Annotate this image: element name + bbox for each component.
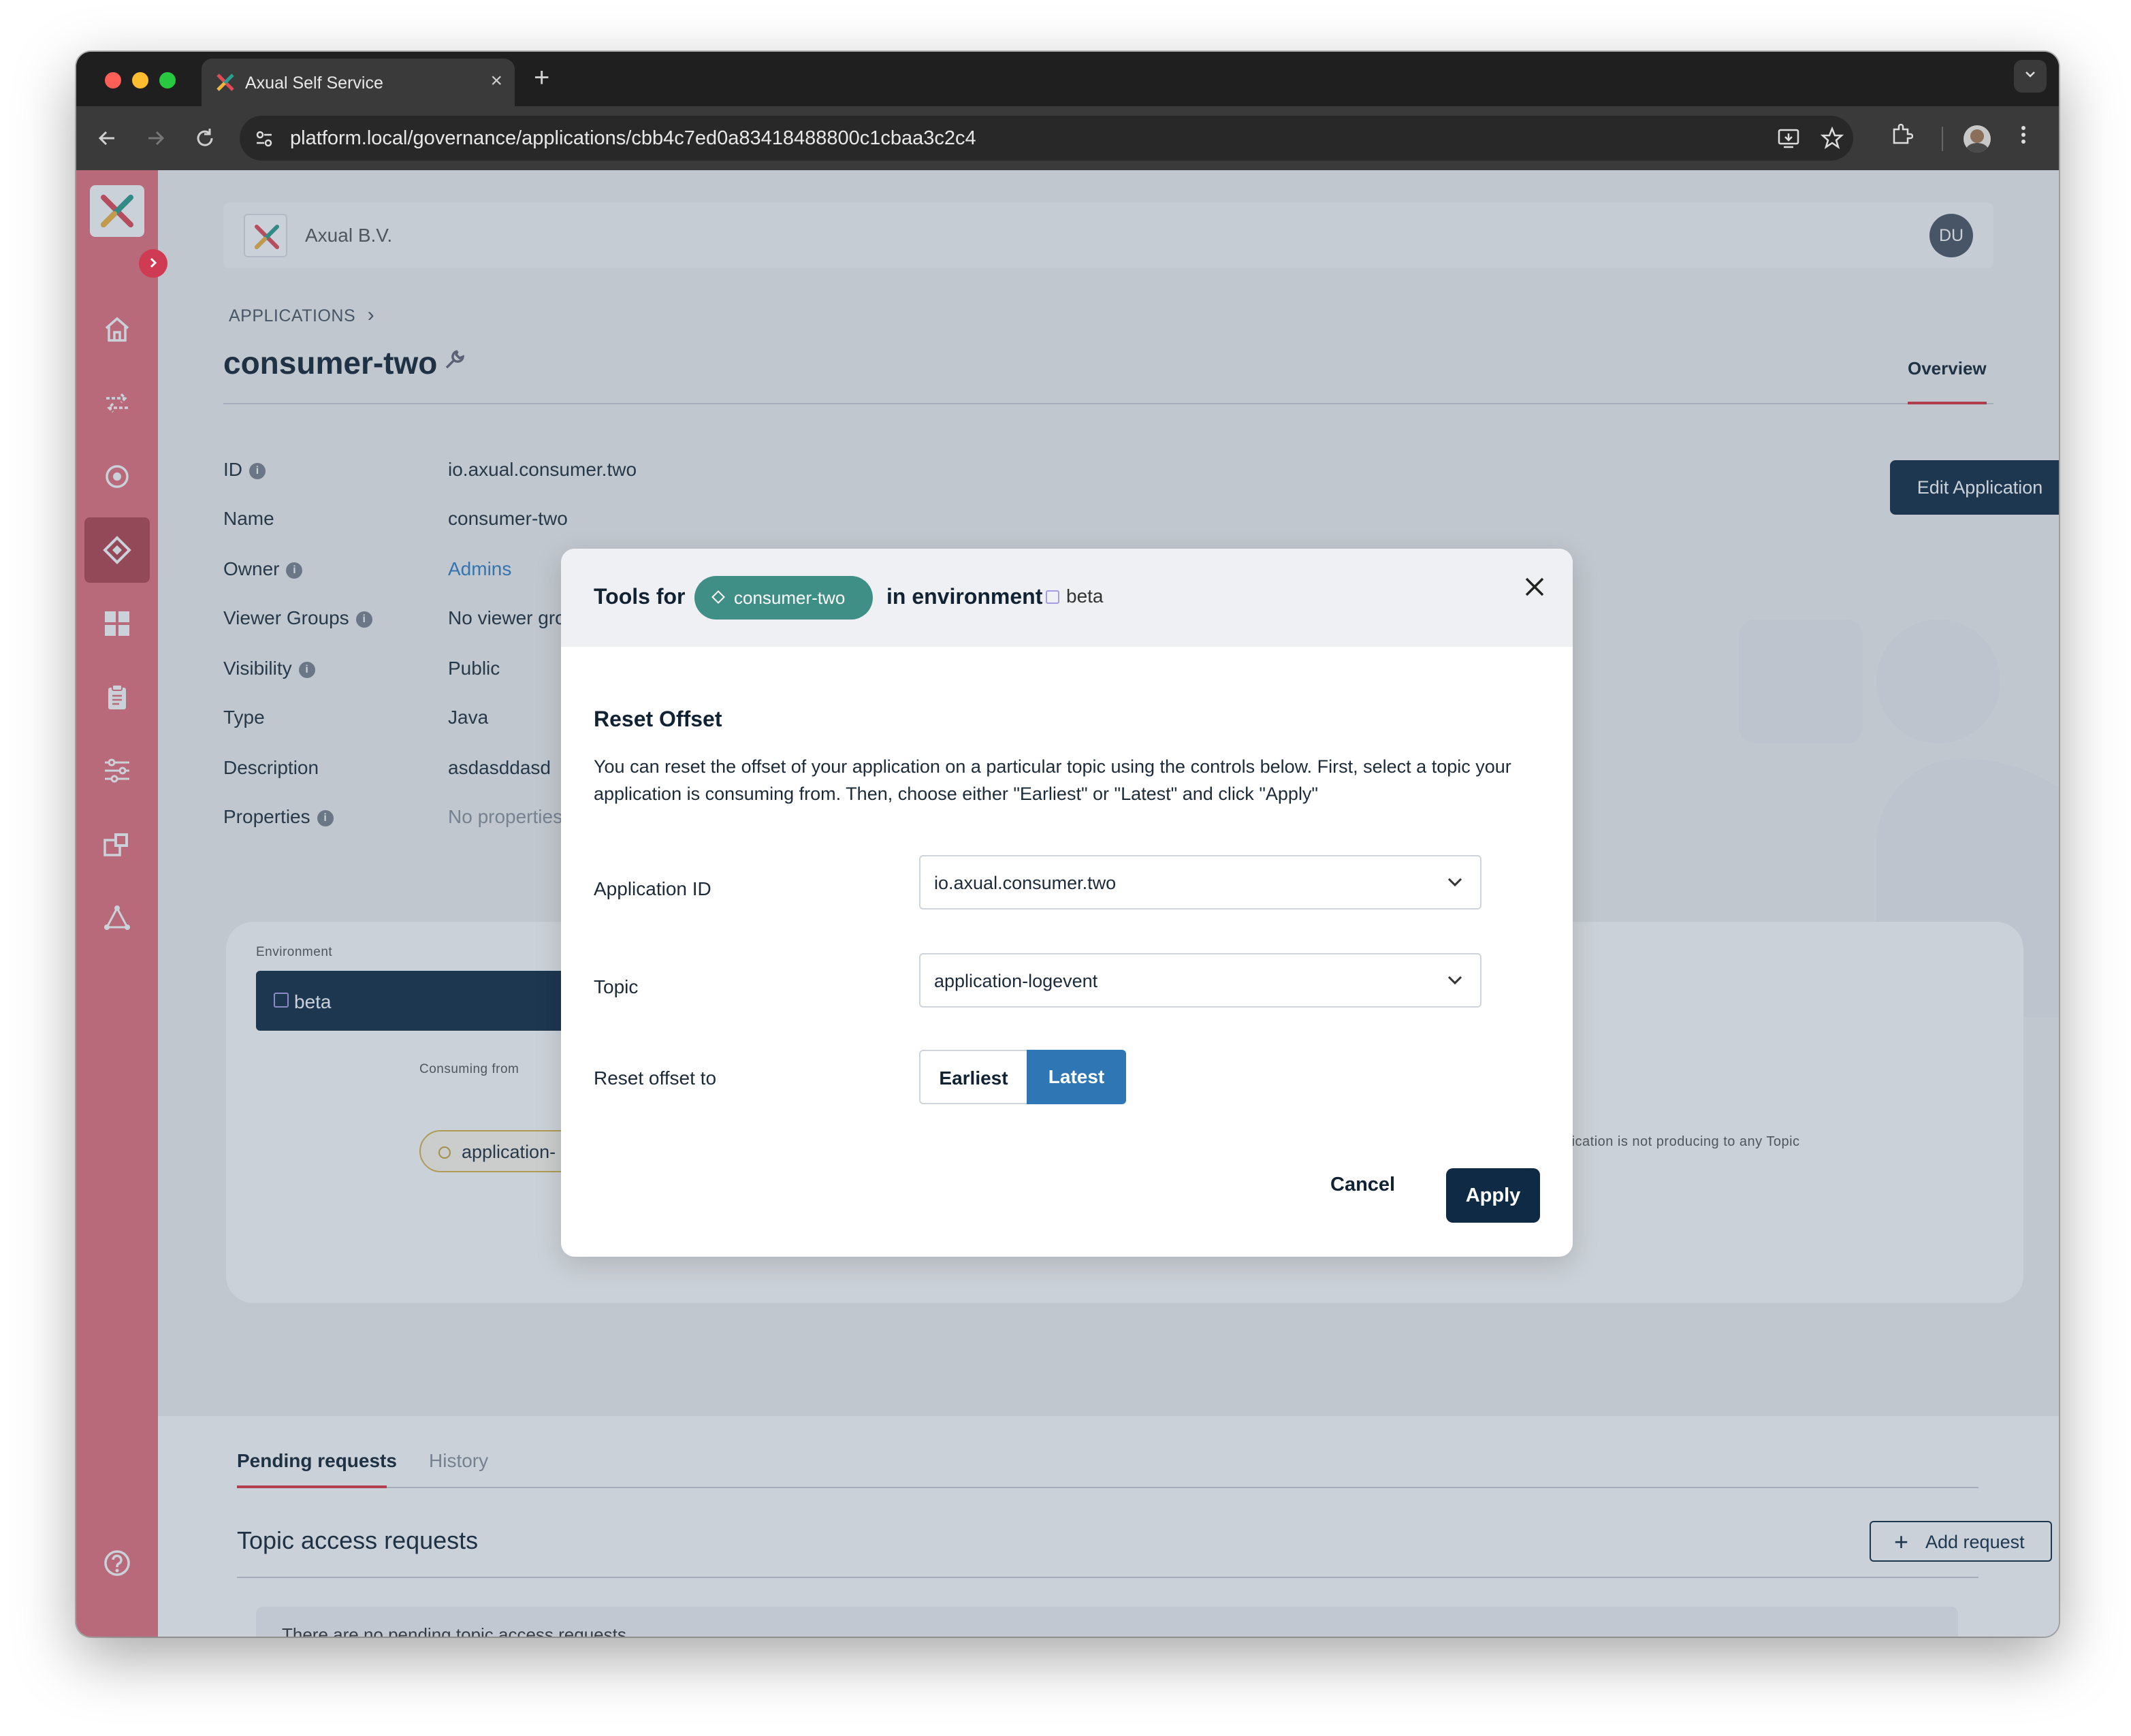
topic-label: Topic bbox=[594, 976, 639, 997]
tab-title: Axual Self Service bbox=[245, 74, 383, 93]
back-arrow-icon[interactable] bbox=[95, 127, 118, 150]
reload-icon[interactable] bbox=[193, 127, 217, 150]
latest-option-button[interactable]: Latest bbox=[1027, 1050, 1126, 1104]
topic-select[interactable]: application-logevent bbox=[919, 953, 1481, 1008]
dialog-title: Reset Offset bbox=[594, 707, 722, 731]
application-id-value: io.axual.consumer.two bbox=[934, 873, 1117, 893]
more-menu-icon[interactable] bbox=[2018, 123, 2029, 147]
dialog-description: You can reset the offset of your applica… bbox=[594, 756, 1511, 804]
chevron-down-icon bbox=[1445, 969, 1465, 995]
bookmark-star-icon[interactable] bbox=[1821, 127, 1844, 150]
tab-search-button[interactable] bbox=[2014, 60, 2047, 93]
dialog-header: Tools for consumer-two in environment be… bbox=[561, 549, 1573, 647]
extensions-icon[interactable] bbox=[1889, 123, 1913, 147]
application-diamond-icon bbox=[711, 590, 725, 604]
minimize-window-button[interactable] bbox=[132, 72, 148, 89]
close-icon[interactable] bbox=[1524, 576, 1545, 598]
dialog-environment: beta bbox=[1046, 585, 1104, 607]
application-chip: consumer-two bbox=[694, 576, 873, 620]
tab-bar: Axual Self Service × + bbox=[76, 52, 2059, 106]
chevron-down-icon bbox=[1445, 871, 1465, 897]
site-settings-icon[interactable] bbox=[255, 129, 274, 148]
maximize-window-button[interactable] bbox=[159, 72, 176, 89]
dialog-in-environment: in environment bbox=[886, 584, 1043, 609]
chevron-down-icon bbox=[2025, 71, 2035, 78]
toolbar-divider bbox=[1942, 127, 1943, 151]
browser-tab[interactable]: Axual Self Service × bbox=[202, 59, 515, 106]
earliest-option-button[interactable]: Earliest bbox=[919, 1050, 1028, 1104]
install-app-icon[interactable] bbox=[1777, 127, 1800, 150]
axual-favicon-icon bbox=[217, 74, 234, 91]
application-id-label: Application ID bbox=[594, 878, 711, 899]
reset-offset-dialog: Tools for consumer-two in environment be… bbox=[561, 549, 1573, 1257]
page-viewport: Axual B.V. DU APPLICATIONS › consumer-tw… bbox=[76, 170, 2059, 1637]
topic-value: application-logevent bbox=[934, 971, 1098, 991]
application-id-select[interactable]: io.axual.consumer.two bbox=[919, 855, 1481, 910]
tab-close-icon[interactable]: × bbox=[490, 69, 502, 93]
address-bar[interactable]: platform.local/governance/applications/c… bbox=[240, 116, 1853, 161]
close-window-button[interactable] bbox=[105, 72, 121, 89]
apply-button[interactable]: Apply bbox=[1446, 1168, 1540, 1223]
chevron-right-icon bbox=[150, 257, 157, 268]
new-tab-button[interactable]: + bbox=[534, 63, 549, 93]
cancel-button[interactable]: Cancel bbox=[1330, 1174, 1395, 1196]
sidebar-expand-toggle[interactable] bbox=[139, 249, 167, 278]
dialog-tools-for: Tools for bbox=[594, 584, 686, 609]
environment-square-icon bbox=[1046, 590, 1059, 604]
reset-offset-label: Reset offset to bbox=[594, 1067, 717, 1089]
url-text: platform.local/governance/applications/c… bbox=[290, 127, 976, 149]
profile-avatar[interactable] bbox=[1964, 125, 1991, 152]
browser-toolbar: platform.local/governance/applications/c… bbox=[76, 106, 2059, 170]
browser-window: Axual Self Service × + platform.local/go… bbox=[76, 52, 2059, 1637]
forward-arrow-icon[interactable] bbox=[144, 127, 167, 150]
